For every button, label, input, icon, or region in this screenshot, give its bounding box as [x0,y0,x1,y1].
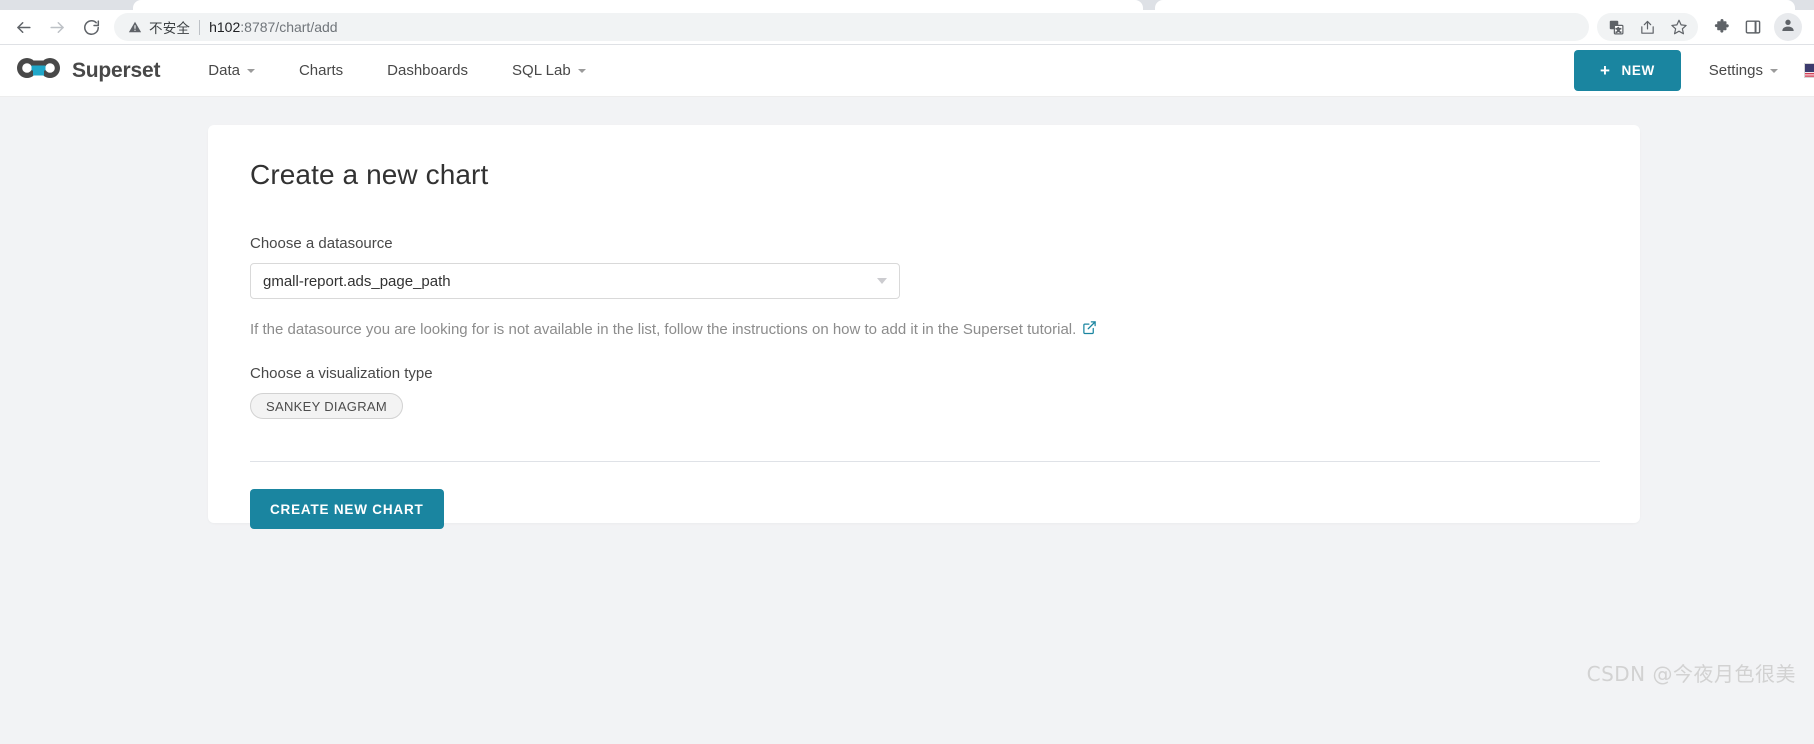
browser-tab-strip[interactable] [0,0,1814,10]
nav-item-data[interactable]: Data [186,45,277,97]
reload-icon [82,18,101,37]
page-title: Create a new chart [250,159,489,190]
address-bar[interactable]: 不安全 h102:8787/chart/add [114,13,1589,41]
translate-button[interactable]: G 文 [1601,13,1632,41]
navbar-links: Data Charts Dashboards SQL Lab [186,45,607,97]
visualization-type-pill[interactable]: SANKEY DIAGRAM [250,393,403,419]
chevron-down-icon [877,278,887,284]
brand-name: Superset [72,58,161,82]
card-divider [250,461,1600,462]
datasource-select-value: gmall-report.ads_page_path [263,272,451,290]
datasource-helper-text: If the datasource you are looking for is… [250,320,1600,339]
datasource-helper-label: If the datasource you are looking for is… [250,321,1077,338]
new-button[interactable]: + NEW [1573,50,1681,91]
visualization-type-label: Choose a visualization type [250,365,433,382]
nav-item-charts-label: Charts [298,62,344,79]
create-new-chart-button[interactable]: CREATE NEW CHART [250,489,444,529]
address-bar-url: h102:8787/chart/add [209,19,337,35]
omnibox-action-group: G 文 [1597,13,1698,41]
arrow-left-icon [14,18,33,37]
profile-button[interactable] [1774,13,1802,41]
not-secure-warning-icon[interactable] [128,20,142,34]
create-chart-card-inner: Create a new chart Choose a datasource g… [208,125,1640,529]
nav-item-sql-lab-label: SQL Lab [512,62,571,79]
translate-icon: G 文 [1608,19,1625,36]
browser-toolbar-actions: G 文 [1597,13,1802,41]
csdn-watermark: CSDN @今夜月色很美 [1586,662,1796,686]
navbar-right: + NEW Settings [1573,50,1814,91]
us-flag-icon[interactable] [1804,63,1814,78]
nav-item-sql-lab[interactable]: SQL Lab [490,45,608,97]
reload-button[interactable] [74,12,108,42]
url-host: h102 [209,19,241,35]
superset-navbar: Superset Data Charts Dashboards SQL Lab … [0,45,1814,97]
browser-tab-active[interactable] [133,0,1143,10]
arrow-right-icon [48,18,67,37]
nav-item-data-label: Data [208,62,240,79]
create-chart-card: Create a new chart Choose a datasource g… [208,125,1640,529]
extensions-puzzle-icon [1713,18,1731,36]
back-button[interactable] [6,12,40,42]
plus-icon: + [1599,61,1611,80]
datasource-select[interactable]: gmall-report.ads_page_path [250,263,900,299]
security-status-label: 不安全 [149,21,191,36]
visualization-type-value: SANKEY DIAGRAM [266,398,387,414]
page-body: Create a new chart Choose a datasource g… [0,97,1814,701]
nav-item-dashboards-label: Dashboards [387,62,469,79]
datasource-label: Choose a datasource [250,235,393,252]
external-link-icon [1082,320,1097,339]
browser-chrome: 不安全 h102:8787/chart/add G 文 [0,0,1814,45]
omnibox-divider [199,19,201,35]
browser-toolbar: 不安全 h102:8787/chart/add G 文 [0,10,1814,45]
side-panel-button[interactable] [1737,13,1768,41]
brand-home-link[interactable]: Superset [12,54,160,87]
nav-item-charts[interactable]: Charts [277,45,365,97]
share-button[interactable] [1632,13,1663,41]
bookmark-button[interactable] [1663,13,1694,41]
nav-item-dashboards[interactable]: Dashboards [365,45,490,97]
chevron-down-icon [1770,68,1778,73]
bookmark-star-icon [1670,18,1688,36]
superset-infinity-logo [12,54,68,87]
chevron-down-icon [246,68,255,73]
url-path: :8787/chart/add [240,19,338,35]
superset-tutorial-link[interactable] [1082,320,1097,339]
tab-gap [1143,0,1155,10]
forward-button[interactable] [40,12,74,42]
profile-avatar-icon [1780,17,1796,38]
extensions-button[interactable] [1706,13,1737,41]
chevron-down-icon [577,68,586,73]
side-panel-icon [1744,18,1762,36]
settings-menu[interactable]: Settings [1709,62,1778,79]
new-button-label: NEW [1621,63,1655,78]
share-icon [1639,19,1656,36]
settings-label: Settings [1708,62,1763,79]
browser-tab-secondary[interactable] [1155,0,1795,10]
